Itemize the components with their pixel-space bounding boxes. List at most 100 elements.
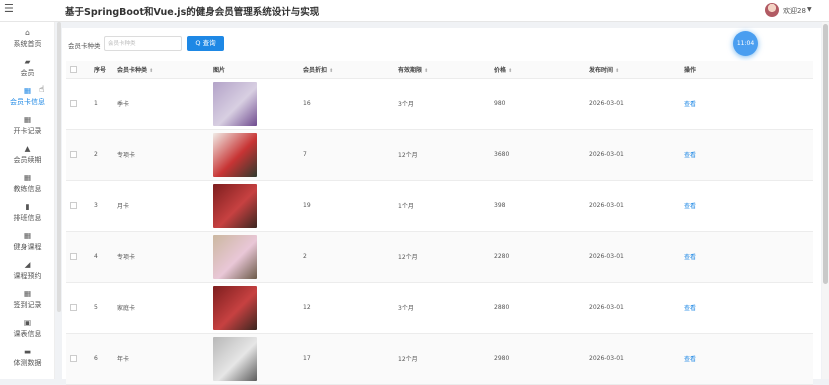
- header-discount[interactable]: 会员折扣 ⬍: [299, 61, 394, 79]
- row-image-cell: [209, 180, 299, 232]
- row-checkbox[interactable]: [66, 129, 90, 181]
- sidebar-item[interactable]: ◢ 课程预约: [0, 259, 55, 288]
- sidebar-item[interactable]: ▦ 开卡记录: [0, 114, 55, 143]
- sidebar-item-label: 签到记录: [13, 301, 42, 309]
- chevron-down-icon[interactable]: ▼: [807, 6, 812, 13]
- view-link[interactable]: 查看: [684, 305, 696, 312]
- row-discount: 17: [299, 333, 394, 385]
- sidebar-item-label: 会员续期: [13, 156, 42, 164]
- row-action-cell: 查看: [680, 180, 813, 232]
- row-checkbox[interactable]: [66, 180, 90, 232]
- sidebar-item-label: 课程预约: [13, 272, 42, 280]
- sidebar-item-label: 健身课程: [13, 243, 42, 251]
- sidebar-item-label: 教练信息: [13, 185, 42, 193]
- card-thumbnail[interactable]: [213, 81, 257, 126]
- table-row: 2 专项卡 7 12个月 3680 2026-03-01 查看: [66, 129, 813, 181]
- sidebar-item[interactable]: ▦ 教练信息: [0, 172, 55, 201]
- header-type[interactable]: 会员卡种类 ⬍: [113, 61, 209, 79]
- row-discount: 12: [299, 282, 394, 334]
- row-date: 2026-03-01: [585, 231, 680, 283]
- header-period[interactable]: 有效期限 ⬍: [394, 61, 490, 79]
- sidebar-item[interactable]: ▲ 会员续期: [0, 143, 55, 172]
- sidebar-item[interactable]: ▦ 健身课程: [0, 230, 55, 259]
- header-date[interactable]: 发布时间 ⬍: [585, 61, 680, 79]
- sidebar-item[interactable]: ▰ 会员: [0, 56, 55, 85]
- row-image-cell: [209, 78, 299, 130]
- member-icon: ▰: [24, 57, 31, 66]
- booking-icon: ◢: [24, 260, 31, 269]
- main-scrollbar-thumb[interactable]: [823, 24, 828, 284]
- search-label: 会员卡种类: [68, 42, 101, 50]
- sort-icon: ⬍: [424, 67, 429, 74]
- sidebar-item-label: 体测数据: [13, 359, 42, 367]
- top-header: ☰ 基于SpringBoot和Vue.js的健身会员管理系统设计与实现 欢迎28…: [0, 0, 829, 22]
- table-row: 1 季卡 16 3个月 980 2026-03-01 查看: [66, 78, 813, 130]
- row-date: 2026-03-01: [585, 78, 680, 130]
- clock-badge: 11:04: [733, 31, 758, 56]
- row-discount: 2: [299, 231, 394, 283]
- coach-icon: ▦: [23, 173, 32, 182]
- card-thumbnail[interactable]: [213, 234, 257, 279]
- sidebar-scrollbar[interactable]: [57, 22, 61, 312]
- view-link[interactable]: 查看: [684, 101, 696, 108]
- sort-icon: ⬍: [615, 67, 620, 74]
- sidebar-item-label: 课表信息: [13, 330, 42, 338]
- row-period: 12个月: [394, 231, 490, 283]
- row-discount: 7: [299, 129, 394, 181]
- home-icon: ⌂: [25, 28, 30, 37]
- row-type: 季卡: [113, 78, 209, 130]
- search-input[interactable]: [104, 36, 182, 51]
- row-period: 12个月: [394, 129, 490, 181]
- card-thumbnail[interactable]: [213, 285, 257, 330]
- row-checkbox[interactable]: [66, 282, 90, 334]
- sidebar-item-label: 排班信息: [13, 214, 42, 222]
- menu-toggle-icon[interactable]: ☰: [4, 3, 16, 15]
- app-title: 基于SpringBoot和Vue.js的健身会员管理系统设计与实现: [65, 7, 320, 18]
- row-price: 2880: [490, 282, 585, 334]
- header-no: 序号: [90, 61, 113, 79]
- avatar[interactable]: [765, 3, 779, 17]
- card-info-icon: ▦: [23, 86, 32, 95]
- sidebar: ⌂ 系统首页 ▰ 会员 ▦ 会员卡信息 ▦ 开卡记录 ▲ 会员续期 ▦ 教练信息 ▮ 排班信息 ▦ 健身课程 ◢…: [0, 22, 55, 379]
- row-image-cell: [209, 282, 299, 334]
- sidebar-item-label: 开卡记录: [13, 127, 42, 135]
- view-link[interactable]: 查看: [684, 203, 696, 210]
- header-price[interactable]: 价格 ⬍: [490, 61, 585, 79]
- row-date: 2026-03-01: [585, 180, 680, 232]
- course-icon: ▦: [23, 231, 32, 240]
- row-discount: 16: [299, 78, 394, 130]
- card-record-icon: ▦: [23, 115, 32, 124]
- row-date: 2026-03-01: [585, 333, 680, 385]
- row-no: 4: [90, 231, 113, 283]
- view-link[interactable]: 查看: [684, 356, 696, 363]
- welcome-text[interactable]: 欢迎28: [783, 6, 806, 16]
- row-checkbox[interactable]: [66, 333, 90, 385]
- row-discount: 19: [299, 180, 394, 232]
- card-thumbnail[interactable]: [213, 132, 257, 177]
- sidebar-item[interactable]: ▬ 体测数据: [0, 346, 55, 375]
- row-image-cell: [209, 129, 299, 181]
- view-link[interactable]: 查看: [684, 152, 696, 159]
- sidebar-item[interactable]: ⌂ 系统首页: [0, 27, 55, 56]
- table-header-row: 序号 会员卡种类 ⬍ 图片 会员折扣 ⬍ 有效期限 ⬍ 价格 ⬍ 发布时间 ⬍ …: [66, 61, 813, 79]
- row-price: 2980: [490, 333, 585, 385]
- row-action-cell: 查看: [680, 231, 813, 283]
- row-checkbox[interactable]: [66, 231, 90, 283]
- sidebar-item[interactable]: ▮ 排班信息: [0, 201, 55, 230]
- table-row: 3 月卡 19 1个月 398 2026-03-01 查看: [66, 180, 813, 232]
- view-link[interactable]: 查看: [684, 254, 696, 261]
- row-type: 专项卡: [113, 231, 209, 283]
- row-no: 6: [90, 333, 113, 385]
- row-image-cell: [209, 333, 299, 385]
- sidebar-item-label: 会员: [20, 69, 35, 77]
- card-thumbnail[interactable]: [213, 336, 257, 381]
- select-all-checkbox[interactable]: [66, 61, 90, 79]
- search-button[interactable]: Q 查询: [187, 36, 224, 51]
- card-thumbnail[interactable]: [213, 183, 257, 228]
- sidebar-item[interactable]: ▦ 签到记录: [0, 288, 55, 317]
- sidebar-item[interactable]: ▣ 课表信息: [0, 317, 55, 346]
- row-checkbox[interactable]: [66, 78, 90, 130]
- sidebar-item[interactable]: ▦ 会员卡信息: [0, 85, 55, 114]
- row-date: 2026-03-01: [585, 129, 680, 181]
- row-no: 1: [90, 78, 113, 130]
